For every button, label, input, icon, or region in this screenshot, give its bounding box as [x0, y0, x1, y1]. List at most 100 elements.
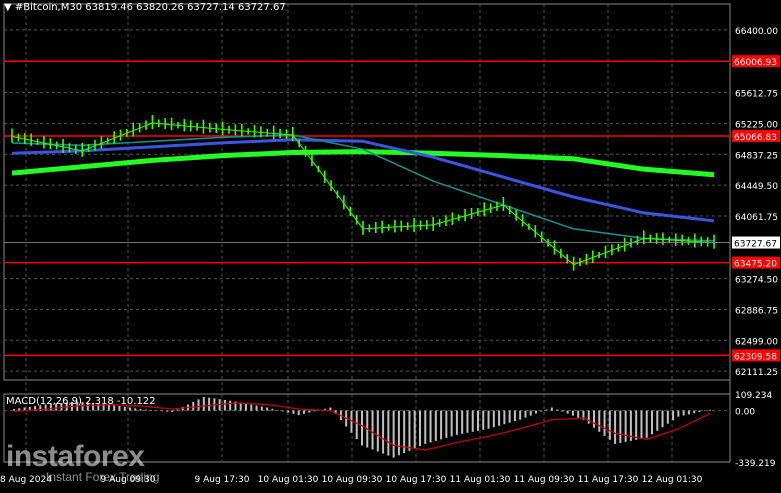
- macd-bar: [635, 410, 638, 440]
- macd-bar: [545, 409, 548, 411]
- price-tick-label: 65612.75: [735, 90, 778, 100]
- macd-bar: [255, 405, 258, 411]
- macd-bar: [229, 400, 232, 411]
- macd-bar: [513, 410, 516, 422]
- level-label: 66006.93: [734, 58, 777, 68]
- macd-bar: [561, 410, 564, 412]
- macd-bar: [150, 410, 153, 411]
- macd-bar: [566, 410, 569, 414]
- macd-bar: [208, 397, 211, 411]
- time-tick-label: 10 Aug 01:30: [258, 475, 319, 485]
- price-tick-label: 63274.50: [735, 276, 778, 286]
- macd-bar: [503, 410, 506, 425]
- price-tick-label: 62886.75: [735, 306, 778, 316]
- macd-bar: [419, 410, 421, 447]
- macd-bar: [223, 399, 226, 411]
- price-tick-label: 62499.00: [735, 337, 778, 347]
- macd-bar: [387, 410, 390, 456]
- ma-slow-line: [11, 149, 715, 178]
- price-tick-label: 65225.00: [735, 120, 778, 130]
- macd-bar: [350, 410, 353, 433]
- macd-bar: [408, 410, 411, 451]
- macd-bar: [645, 410, 648, 438]
- macd-bar: [593, 410, 595, 428]
- price-chart[interactable]: 66400.00 65612.75 65225.00 64837.25 64449.50…: [0, 0, 781, 489]
- time-tick-label: 10 Aug 17:30: [386, 475, 447, 485]
- macd-bar: [540, 410, 543, 412]
- macd-bar: [619, 410, 622, 443]
- macd-bar: [519, 410, 522, 420]
- macd-bar: [424, 410, 427, 444]
- macd-bar: [355, 410, 358, 440]
- time-tick-label: 11 Aug 01:30: [450, 475, 511, 485]
- macd-bar: [529, 410, 532, 416]
- macd-bar: [176, 409, 179, 411]
- macd-bar: [524, 410, 527, 418]
- price-tick-label: 66400.00: [735, 27, 778, 37]
- macd-bar: [165, 410, 168, 412]
- macd-bar: [313, 410, 316, 412]
- macd-bar: [477, 410, 479, 431]
- macd-bar: [703, 410, 706, 412]
- macd-bar: [134, 408, 137, 411]
- macd-bar: [651, 410, 653, 435]
- level-label: 62309.58: [734, 352, 777, 362]
- time-tick-label: 11 Aug 09:30: [514, 475, 575, 485]
- logo-tagline: Instant Forex Trading: [46, 470, 160, 484]
- macd-bar: [640, 410, 643, 439]
- macd-bar: [260, 406, 263, 411]
- macd-bar: [466, 410, 469, 433]
- macd-bar: [550, 407, 553, 411]
- macd-bar: [661, 410, 664, 428]
- macd-bar: [587, 410, 590, 424]
- macd-bar: [440, 410, 443, 440]
- macd-bar: [376, 410, 379, 452]
- macd-bar: [535, 410, 537, 414]
- macd-bar: [614, 410, 617, 444]
- menu-arrow-icon[interactable]: ▼: [4, 2, 12, 13]
- macd-bar: [429, 410, 432, 443]
- macd-bar: [382, 410, 385, 454]
- macd-label: MACD(12,26,9) 2.318 -10.122: [6, 396, 156, 407]
- macd-bar: [672, 410, 675, 421]
- macd-bar: [434, 410, 437, 441]
- macd-bar: [129, 407, 131, 411]
- time-tick-label: 9 Aug 17:30: [195, 475, 250, 485]
- macd-bar: [455, 410, 458, 435]
- price-tick-label: 64061.75: [735, 213, 778, 223]
- macd-bar: [693, 410, 696, 414]
- macd-bar: [392, 410, 395, 458]
- macd-bar: [250, 404, 253, 411]
- chart-window[interactable]: 66400.00 65612.75 65225.00 64837.25 64449.50…: [0, 0, 781, 489]
- macd-bar: [297, 410, 300, 416]
- price-tick-label: 64449.50: [735, 182, 778, 192]
- price-pane-frame: [3, 3, 731, 381]
- macd-bar: [197, 399, 200, 411]
- macd-bar: [709, 409, 711, 411]
- macd-bar: [487, 410, 490, 429]
- macd-bar: [677, 410, 680, 417]
- price-tick-label: 64837.25: [735, 151, 778, 161]
- macd-bar: [397, 410, 400, 456]
- macd-bar: [18, 408, 21, 411]
- macd-bar: [13, 409, 15, 411]
- macd-tick-label: -339.219: [735, 459, 776, 469]
- macd-bar: [471, 410, 474, 432]
- current-price-label: 63727.67: [734, 240, 777, 250]
- price-line: [11, 122, 715, 266]
- macd-bar: [556, 409, 559, 411]
- macd-bar: [571, 410, 574, 416]
- macd-bar: [687, 410, 690, 415]
- macd-bar: [371, 410, 374, 450]
- macd-bar: [308, 410, 311, 413]
- macd-bar: [192, 401, 195, 411]
- macd-bar: [155, 410, 158, 412]
- macd-bar: [682, 410, 685, 416]
- chart-title-bar: ▼ #Bitcoin,M30 63819.46 63820.26 63727.1…: [4, 2, 286, 13]
- logo-brand: instaforex: [6, 440, 145, 473]
- macd-bar: [450, 410, 453, 437]
- macd-bar: [577, 410, 580, 418]
- price-tick-label: 62111.25: [735, 368, 778, 378]
- macd-bar: [598, 410, 601, 432]
- ohlc-values: 63819.46 63820.26 63727.14 63727.67: [85, 2, 286, 13]
